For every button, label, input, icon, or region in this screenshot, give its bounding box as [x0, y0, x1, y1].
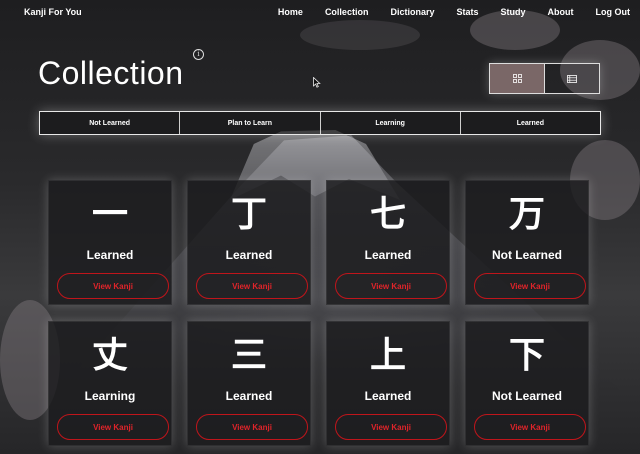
kanji-card: 下 Not Learned View Kanji [465, 321, 589, 446]
learning-status: Not Learned [491, 248, 562, 262]
nav-collection[interactable]: Collection [325, 7, 369, 17]
kanji-card: 一 Learned View Kanji [48, 180, 172, 305]
kanji-card: 丁 Learned View Kanji [187, 180, 311, 305]
kanji-card: 万 Not Learned View Kanji [465, 180, 589, 305]
learning-status: Learned [364, 248, 412, 262]
view-kanji-button[interactable]: View Kanji [196, 414, 308, 440]
grid-icon [512, 74, 522, 83]
kanji-card: 丈 Learning View Kanji [48, 321, 172, 446]
view-kanji-button[interactable]: View Kanji [474, 414, 586, 440]
learning-status: Learning [84, 389, 136, 403]
kanji-character: 万 [508, 194, 545, 235]
filter-learning[interactable]: Learning [319, 112, 460, 134]
kanji-character: 上 [369, 335, 406, 376]
status-filter-bar: Not Learned Plan to Learn Learning Learn… [39, 111, 601, 135]
blossom-cluster [300, 20, 420, 50]
learning-status: Learned [86, 248, 134, 262]
view-kanji-button[interactable]: View Kanji [474, 273, 586, 299]
view-kanji-button[interactable]: View Kanji [335, 414, 447, 440]
kanji-card: 上 Learned View Kanji [326, 321, 450, 446]
kanji-character: 丈 [91, 335, 128, 376]
kanji-character: 下 [508, 335, 545, 376]
mouse-cursor-icon [313, 77, 321, 88]
learning-status: Learned [225, 389, 273, 403]
nav-links: Home Collection Dictionary Stats Study A… [278, 7, 630, 17]
navbar: Kanji For You Home Collection Dictionary… [0, 0, 640, 24]
filter-learned[interactable]: Learned [459, 112, 600, 134]
list-view-button[interactable] [544, 64, 599, 93]
kanji-card: 七 Learned View Kanji [326, 180, 450, 305]
nav-dictionary[interactable]: Dictionary [390, 7, 434, 17]
nav-home[interactable]: Home [278, 7, 303, 17]
page-title: Collection [38, 55, 184, 91]
view-kanji-button[interactable]: View Kanji [335, 273, 447, 299]
nav-about[interactable]: About [548, 7, 574, 17]
learning-status: Not Learned [491, 389, 562, 403]
learning-status: Learned [225, 248, 273, 262]
filter-not-learned[interactable]: Not Learned [40, 112, 179, 134]
nav-study[interactable]: Study [500, 7, 525, 17]
filter-plan-to-learn[interactable]: Plan to Learn [179, 112, 319, 134]
info-icon[interactable]: i [193, 49, 204, 60]
view-toggle [489, 63, 600, 94]
kanji-character: 一 [91, 194, 128, 235]
learning-status: Learned [364, 389, 412, 403]
view-kanji-button[interactable]: View Kanji [196, 273, 308, 299]
view-kanji-button[interactable]: View Kanji [57, 273, 169, 299]
view-kanji-button[interactable]: View Kanji [57, 414, 169, 440]
kanji-character: 丁 [230, 194, 267, 235]
kanji-card-grid: 一 Learned View Kanji 丁 Learned View Kanj… [48, 180, 591, 446]
kanji-character: 七 [369, 194, 406, 235]
kanji-character: 三 [230, 335, 267, 376]
nav-logout[interactable]: Log Out [596, 7, 631, 17]
list-icon [567, 74, 577, 83]
kanji-card: 三 Learned View Kanji [187, 321, 311, 446]
grid-view-button[interactable] [490, 64, 544, 93]
nav-stats[interactable]: Stats [456, 7, 478, 17]
brand-logo[interactable]: Kanji For You [24, 7, 82, 17]
